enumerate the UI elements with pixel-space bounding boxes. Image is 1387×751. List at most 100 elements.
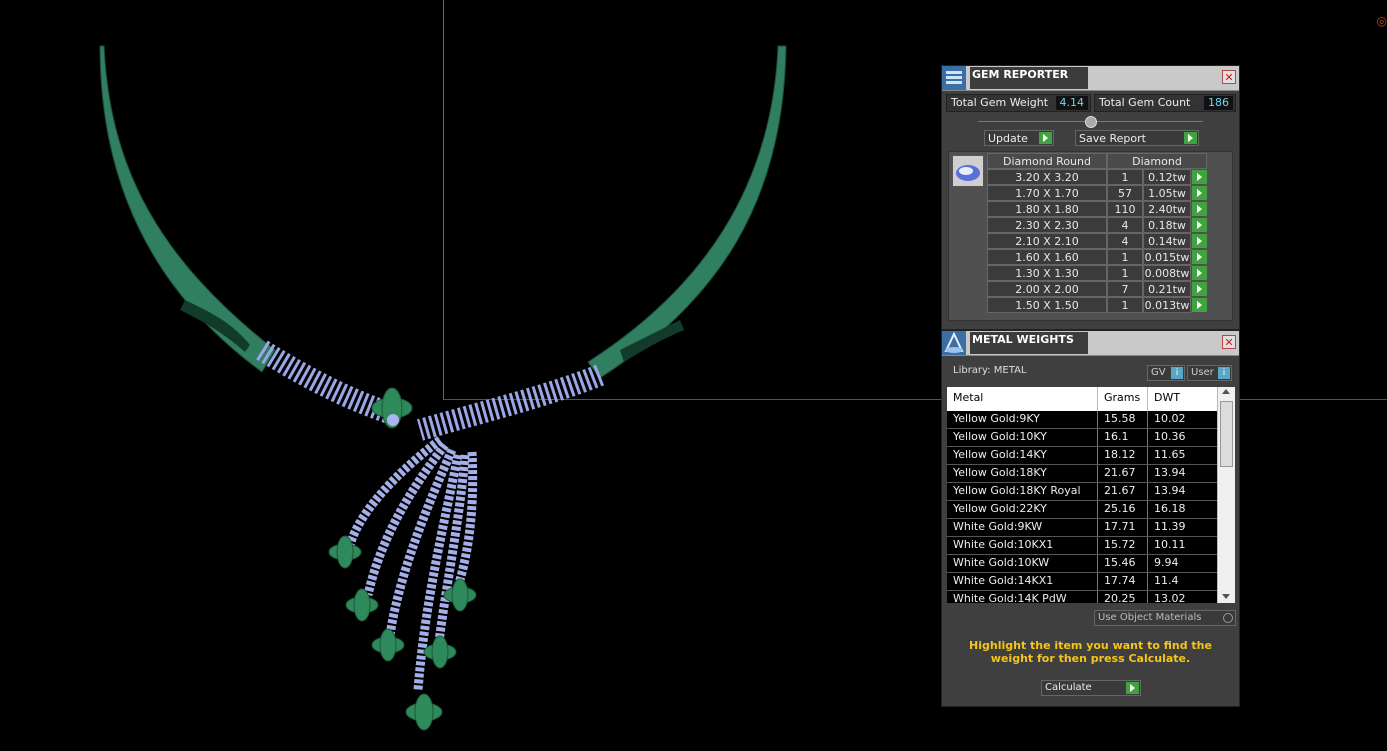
metal-name-cell: White Gold:14K PdW xyxy=(947,591,1098,603)
metal-row[interactable]: Yellow Gold:9KY 15.58 10.02 xyxy=(947,411,1235,429)
calculate-button[interactable]: Calculate xyxy=(1041,680,1141,696)
metal-weights-titlebar[interactable]: METAL WEIGHTS ✕ xyxy=(942,331,1239,356)
gem-list-area: Diamond Round Diamond 3.20 X 3.20 1 0.12tw… xyxy=(948,151,1233,321)
metal-weights-panel: METAL WEIGHTS ✕ Library: METAL GV i User… xyxy=(941,330,1240,707)
select-gem-arrow-icon[interactable] xyxy=(1192,218,1207,232)
panel-slider[interactable] xyxy=(978,116,1203,128)
select-gem-arrow-icon[interactable] xyxy=(1192,202,1207,216)
metal-row[interactable]: White Gold:14K PdW 20.25 13.02 xyxy=(947,591,1235,603)
gem-reporter-icon xyxy=(942,66,966,90)
necklace-model[interactable] xyxy=(0,0,940,751)
metal-row[interactable]: Yellow Gold:22KY 25.16 16.18 xyxy=(947,501,1235,519)
gem-count-cell: 1 xyxy=(1107,169,1143,185)
grams-cell: 17.74 xyxy=(1098,573,1148,590)
radio-icon xyxy=(1223,613,1233,623)
grams-cell: 25.16 xyxy=(1098,501,1148,518)
gem-row[interactable]: 2.10 X 2.10 4 0.14tw xyxy=(987,233,1207,249)
close-icon[interactable]: ✕ xyxy=(1222,70,1236,84)
gem-row[interactable]: 1.50 X 1.50 1 0.013tw xyxy=(987,297,1207,313)
grams-cell: 17.71 xyxy=(1098,519,1148,536)
gem-weight-cell: 0.18tw xyxy=(1143,217,1191,233)
gem-count-cell: 4 xyxy=(1107,217,1143,233)
metal-row[interactable]: Yellow Gold:14KY 18.12 11.65 xyxy=(947,447,1235,465)
gem-weight-cell: 0.14tw xyxy=(1143,233,1191,249)
gem-row[interactable]: 2.30 X 2.30 4 0.18tw xyxy=(987,217,1207,233)
gv-toggle[interactable]: GV i xyxy=(1147,365,1185,381)
metal-row[interactable]: White Gold:14KX1 17.74 11.4 xyxy=(947,573,1235,591)
grams-cell: 21.67 xyxy=(1098,483,1148,500)
dwt-cell: 13.02 xyxy=(1148,591,1218,603)
update-label: Update xyxy=(988,132,1028,145)
dwt-cell: 13.94 xyxy=(1148,483,1218,500)
metal-name-cell: Yellow Gold:14KY xyxy=(947,447,1098,464)
metal-row[interactable]: White Gold:10KX1 15.72 10.11 xyxy=(947,537,1235,555)
metal-column-header[interactable]: Metal xyxy=(947,387,1098,411)
grams-column-header[interactable]: Grams xyxy=(1098,387,1148,411)
scroll-up-icon[interactable] xyxy=(1222,389,1230,394)
select-gem-arrow-icon[interactable] xyxy=(1192,234,1207,248)
gem-size-cell: 3.20 X 3.20 xyxy=(987,169,1107,185)
update-button[interactable]: Update xyxy=(984,130,1054,146)
gem-shape-thumbnail[interactable] xyxy=(952,155,984,187)
select-gem-arrow-icon[interactable] xyxy=(1192,170,1207,184)
metal-row[interactable]: White Gold:9KW 17.71 11.39 xyxy=(947,519,1235,537)
gem-row[interactable]: 1.70 X 1.70 57 1.05tw xyxy=(987,185,1207,201)
calculate-hint: Highlight the item you want to find the … xyxy=(969,639,1212,665)
grams-cell: 20.25 xyxy=(1098,591,1148,603)
select-gem-arrow-icon[interactable] xyxy=(1192,250,1207,264)
metal-row[interactable]: Yellow Gold:18KY Royal 21.67 13.94 xyxy=(947,483,1235,501)
dwt-cell: 10.11 xyxy=(1148,537,1218,554)
gem-size-cell: 1.30 X 1.30 xyxy=(987,265,1107,281)
metal-row[interactable]: Yellow Gold:10KY 16.1 10.36 xyxy=(947,429,1235,447)
gem-weight-cell: 1.05tw xyxy=(1143,185,1191,201)
library-label: Library: METAL xyxy=(953,365,1027,376)
gem-count-cell: 7 xyxy=(1107,281,1143,297)
dwt-column-header[interactable]: DWT xyxy=(1148,387,1218,411)
select-gem-arrow-icon[interactable] xyxy=(1192,298,1207,312)
total-gem-count-box: Total Gem Count 186 xyxy=(1094,94,1236,112)
metal-row[interactable]: White Gold:10KW 15.46 9.94 xyxy=(947,555,1235,573)
gem-count-cell: 57 xyxy=(1107,185,1143,201)
metal-name-cell: White Gold:14KX1 xyxy=(947,573,1098,590)
metal-row[interactable]: Yellow Gold:18KY 21.67 13.94 xyxy=(947,465,1235,483)
necklace-right-band xyxy=(587,45,787,379)
close-icon[interactable]: ✕ xyxy=(1222,335,1236,349)
use-object-materials-toggle[interactable]: Use Object Materials xyxy=(1094,610,1236,626)
select-gem-arrow-icon[interactable] xyxy=(1192,282,1207,296)
save-report-label: Save Report xyxy=(1079,132,1146,145)
user-toggle[interactable]: User i xyxy=(1187,365,1232,381)
gem-reporter-titlebar[interactable]: GEM REPORTER ✕ xyxy=(942,66,1239,91)
total-gem-count-value: 186 xyxy=(1204,96,1233,110)
gem-size-cell: 2.00 X 2.00 xyxy=(987,281,1107,297)
select-gem-arrow-icon[interactable] xyxy=(1192,186,1207,200)
total-gem-weight-value: 4.14 xyxy=(1055,96,1088,110)
scroll-thumb[interactable] xyxy=(1220,401,1233,467)
gem-row[interactable]: 1.60 X 1.60 1 0.015tw xyxy=(987,249,1207,265)
viewport-corner-icon[interactable]: ◎ xyxy=(1377,14,1387,28)
total-gem-count-label: Total Gem Count xyxy=(1099,96,1191,109)
scroll-down-icon[interactable] xyxy=(1222,594,1230,599)
gem-size-cell: 1.80 X 1.80 xyxy=(987,201,1107,217)
dwt-cell: 9.94 xyxy=(1148,555,1218,572)
gem-reporter-title: GEM REPORTER xyxy=(970,67,1088,89)
gem-count-cell: 4 xyxy=(1107,233,1143,249)
gem-row[interactable]: 2.00 X 2.00 7 0.21tw xyxy=(987,281,1207,297)
gem-row[interactable]: 3.20 X 3.20 1 0.12tw xyxy=(987,169,1207,185)
dwt-cell: 16.18 xyxy=(1148,501,1218,518)
gem-weight-cell: 2.40tw xyxy=(1143,201,1191,217)
metal-name-cell: White Gold:10KW xyxy=(947,555,1098,572)
select-gem-arrow-icon[interactable] xyxy=(1192,266,1207,280)
grams-cell: 15.72 xyxy=(1098,537,1148,554)
gem-row[interactable]: 1.80 X 1.80 110 2.40tw xyxy=(987,201,1207,217)
dwt-cell: 10.36 xyxy=(1148,429,1218,446)
grams-cell: 15.46 xyxy=(1098,555,1148,572)
metal-name-cell: Yellow Gold:22KY xyxy=(947,501,1098,518)
metal-name-cell: Yellow Gold:10KY xyxy=(947,429,1098,446)
gem-weight-cell: 0.008tw xyxy=(1143,265,1191,281)
dwt-cell: 11.4 xyxy=(1148,573,1218,590)
save-report-button[interactable]: Save Report xyxy=(1075,130,1199,146)
slider-handle[interactable] xyxy=(1085,116,1097,128)
calculate-label: Calculate xyxy=(1045,682,1092,693)
metal-table-scrollbar[interactable] xyxy=(1217,387,1235,603)
gem-row[interactable]: 1.30 X 1.30 1 0.008tw xyxy=(987,265,1207,281)
